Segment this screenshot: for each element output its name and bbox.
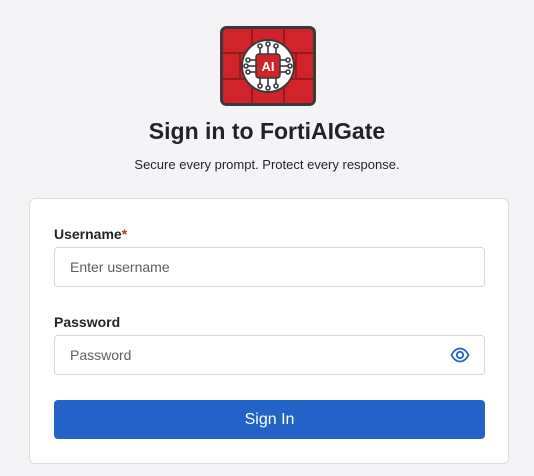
password-placeholder: Password bbox=[70, 347, 132, 363]
brand-logo: AI bbox=[220, 26, 316, 106]
login-card: Username* Enter username Password Passwo… bbox=[29, 198, 509, 464]
password-input[interactable]: Password bbox=[54, 335, 485, 375]
sign-in-button[interactable]: Sign In bbox=[54, 400, 485, 439]
username-label-text: Username bbox=[54, 226, 122, 242]
eye-icon[interactable] bbox=[450, 347, 470, 363]
tagline: Secure every prompt. Protect every respo… bbox=[134, 157, 400, 172]
required-marker: * bbox=[121, 226, 128, 242]
username-input[interactable]: Enter username bbox=[54, 247, 485, 287]
logo-ai-text: AI bbox=[262, 59, 275, 74]
username-placeholder: Enter username bbox=[70, 259, 170, 275]
username-label: Username* bbox=[54, 226, 127, 242]
password-label: Password bbox=[54, 314, 121, 330]
page-title: Sign in to FortiAIGate bbox=[148, 118, 386, 144]
